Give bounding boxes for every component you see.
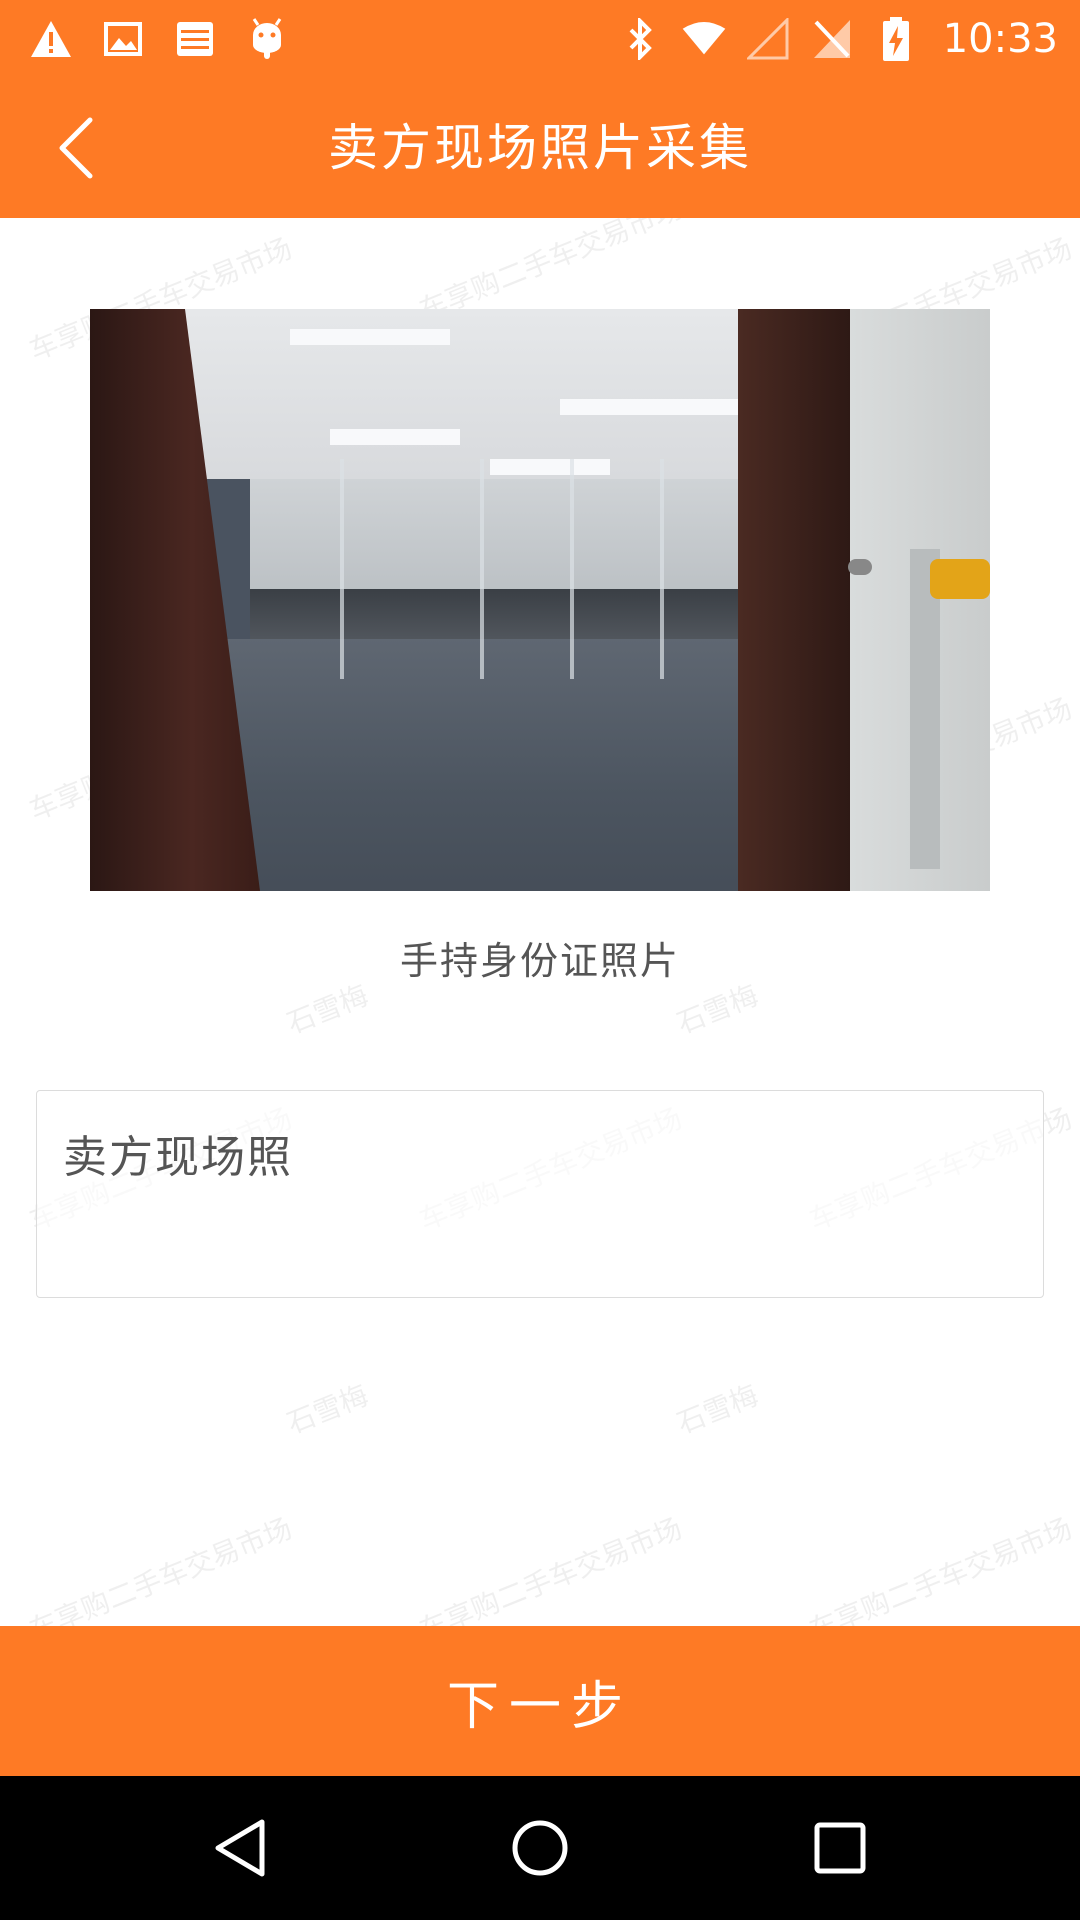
no-sim-icon [809, 16, 855, 62]
watermark-text: 车享购二手车交易市场 [24, 1511, 297, 1626]
clock: 10:33 [942, 16, 1058, 62]
signal-icon [745, 16, 791, 62]
home-circle-icon [512, 1820, 568, 1876]
nav-recents-button[interactable] [800, 1808, 880, 1888]
bluetooth-icon [617, 16, 663, 62]
wifi-icon [681, 16, 727, 62]
battery-charging-icon [873, 16, 919, 62]
back-triangle-icon [215, 1819, 265, 1877]
seller-site-photo[interactable] [90, 309, 990, 891]
title-bar: 卖方现场照片采集 [0, 78, 1080, 218]
recents-square-icon [814, 1822, 866, 1874]
remark-text: 卖方现场照 [63, 1132, 293, 1183]
warning-icon [28, 16, 74, 62]
status-bar: 10:33 [0, 0, 1080, 78]
remark-input[interactable]: 卖方现场照 [36, 1090, 1044, 1298]
nav-home-button[interactable] [500, 1808, 580, 1888]
storage-icon [172, 16, 218, 62]
next-step-button[interactable]: 下一步 [0, 1626, 1080, 1776]
watermark-text: 车享购二手车交易市场 [414, 1511, 687, 1626]
watermark-name: 石雪梅 [282, 1378, 373, 1441]
android-icon [244, 16, 290, 62]
image-icon [100, 16, 146, 62]
system-nav-bar [0, 1776, 1080, 1920]
chevron-left-icon [59, 117, 93, 179]
back-button[interactable] [36, 108, 116, 188]
watermark-name: 石雪梅 [672, 1378, 763, 1441]
page-title: 卖方现场照片采集 [328, 119, 752, 177]
photo-caption: 手持身份证照片 [399, 939, 680, 983]
watermark-text: 车享购二手车交易市场 [804, 1511, 1077, 1626]
nav-back-button[interactable] [200, 1808, 280, 1888]
